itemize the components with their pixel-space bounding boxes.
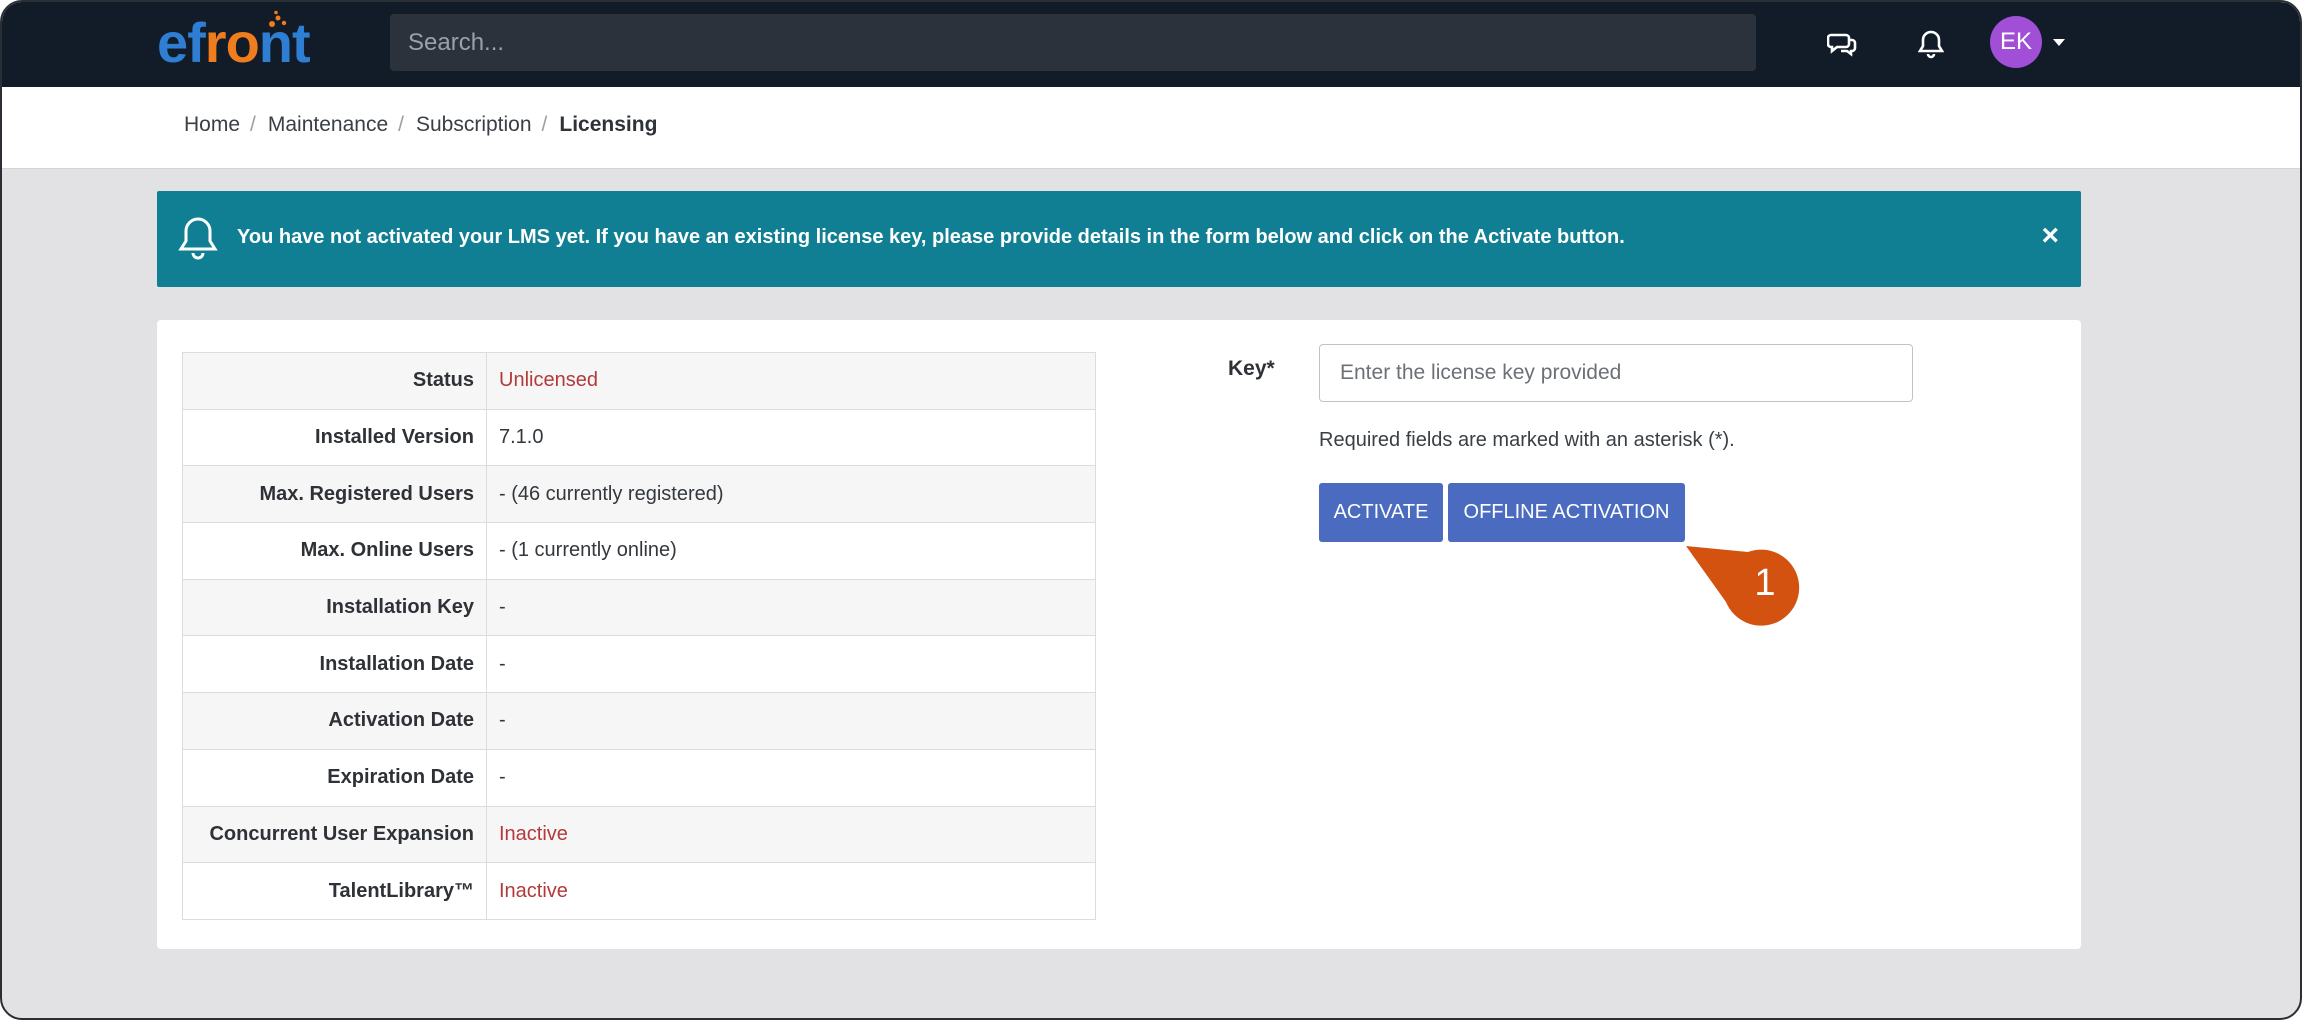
logo-text-part2: ro <box>204 11 260 74</box>
row-label-installation-key: Installation Key <box>182 578 487 637</box>
license-info-table: Status Unlicensed Installed Version 7.1.… <box>182 352 1096 920</box>
table-row: Activation Date - <box>182 692 1096 750</box>
table-row: Max. Registered Users - (46 currently re… <box>182 465 1096 524</box>
logo-sparks-icon <box>269 10 287 27</box>
row-value-talentlibrary: Inactive <box>486 862 1096 920</box>
close-icon[interactable]: × <box>2041 221 2059 251</box>
row-value-max-online-users: - (1 currently online) <box>486 522 1096 580</box>
row-value-installed-version: 7.1.0 <box>486 408 1096 467</box>
table-row: Installation Date - <box>182 635 1096 694</box>
row-label-installed-version: Installed Version <box>182 408 487 467</box>
row-label-talentlibrary: TalentLibrary™ <box>182 862 487 920</box>
breadcrumb-separator: / <box>250 113 256 136</box>
logo-text-part1: ef <box>157 11 206 74</box>
avatar-initials: EK <box>1999 28 2032 55</box>
row-label-installation-date: Installation Date <box>182 635 487 694</box>
table-row: Max. Online Users - (1 currently online) <box>182 522 1096 580</box>
breadcrumb: Home / Maintenance / Subscription / Lice… <box>184 113 657 137</box>
bell-icon <box>178 217 218 260</box>
table-row: Expiration Date - <box>182 748 1096 807</box>
chevron-down-icon[interactable] <box>2053 39 2065 46</box>
alert-message: You have not activated your LMS yet. If … <box>237 226 1625 248</box>
row-label-max-online-users: Max. Online Users <box>182 522 487 580</box>
row-value-expiration-date: - <box>486 748 1096 807</box>
key-label: Key* <box>1228 357 1275 380</box>
row-label-concurrent-user-expansion: Concurrent User Expansion <box>182 805 487 864</box>
row-label-status: Status <box>182 352 487 410</box>
row-label-expiration-date: Expiration Date <box>182 748 487 807</box>
activate-button[interactable]: ACTIVATE <box>1319 483 1443 542</box>
breadcrumb-maintenance[interactable]: Maintenance <box>268 113 388 137</box>
required-fields-note: Required fields are marked with an aster… <box>1319 429 1735 451</box>
breadcrumb-separator: / <box>541 113 548 136</box>
row-value-installation-date: - <box>486 635 1096 694</box>
breadcrumb-bar: Home / Maintenance / Subscription / Lice… <box>2 87 2300 169</box>
user-avatar[interactable]: EK <box>1990 16 2042 68</box>
table-row: Installed Version 7.1.0 <box>182 408 1096 467</box>
row-value-installation-key: - <box>486 578 1096 637</box>
chat-icon[interactable] <box>1822 24 1862 64</box>
breadcrumb-separator: / <box>398 113 404 136</box>
table-row: Concurrent User Expansion Inactive <box>182 805 1096 864</box>
table-row: Status Unlicensed <box>182 352 1096 410</box>
license-key-input[interactable] <box>1319 344 1913 402</box>
licensing-card: Status Unlicensed Installed Version 7.1.… <box>157 320 2081 949</box>
offline-activation-button[interactable]: OFFLINE ACTIVATION <box>1448 483 1685 542</box>
breadcrumb-home[interactable]: Home <box>184 113 240 137</box>
table-row: TalentLibrary™ Inactive <box>182 862 1096 920</box>
callout-number: 1 <box>1754 562 1776 604</box>
row-value-concurrent-user-expansion: Inactive <box>486 805 1096 864</box>
table-row: Installation Key - <box>182 578 1096 637</box>
breadcrumb-current: Licensing <box>559 113 658 136</box>
app-window: efront EK Ho <box>0 0 2302 1020</box>
row-value-activation-date: - <box>486 692 1096 750</box>
row-value-status: Unlicensed <box>486 352 1096 410</box>
breadcrumb-subscription[interactable]: Subscription <box>416 113 532 137</box>
efront-logo[interactable]: efront <box>157 8 311 78</box>
search-input[interactable] <box>390 14 1756 71</box>
activation-alert: You have not activated your LMS yet. If … <box>157 191 2081 287</box>
notification-bell-icon[interactable] <box>1911 24 1951 64</box>
row-label-activation-date: Activation Date <box>182 692 487 750</box>
row-label-max-registered-users: Max. Registered Users <box>182 465 487 524</box>
top-navbar: efront EK <box>2 2 2300 87</box>
row-value-max-registered-users: - (46 currently registered) <box>486 465 1096 524</box>
